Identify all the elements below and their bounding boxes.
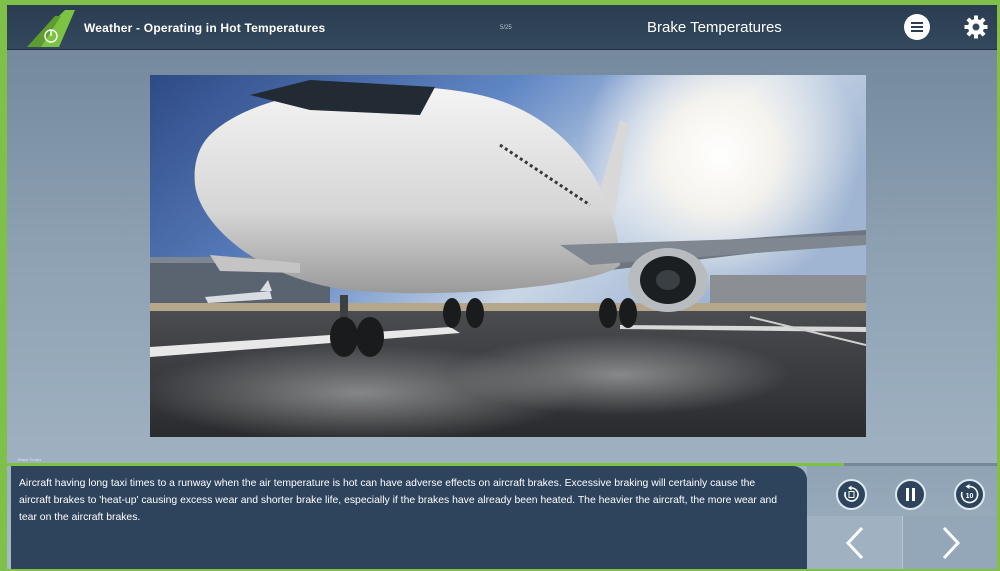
replay-button[interactable] [836, 479, 867, 510]
app-frame: Weather - Operating in Hot Temperatures … [7, 5, 997, 569]
player-controls: 10 [807, 466, 997, 569]
menu-icon [911, 22, 923, 32]
airplane-scene-image [150, 75, 866, 437]
page-counter: 5/25 [500, 25, 512, 31]
rewind-10-label: 10 [966, 493, 974, 500]
rewind-10-button[interactable]: 10 [954, 479, 985, 510]
next-button[interactable] [903, 516, 997, 569]
plane-tail-logo-icon [21, 8, 79, 48]
previous-button[interactable] [807, 516, 903, 569]
screen-title: Brake Temperatures [647, 19, 782, 36]
course-title: Weather - Operating in Hot Temperatures [84, 21, 326, 35]
narration-text: Aircraft having long taxi times to a run… [19, 478, 778, 523]
chevron-left-icon [845, 526, 863, 559]
menu-button[interactable] [904, 14, 930, 40]
top-bar: Weather - Operating in Hot Temperatures … [7, 5, 997, 50]
pause-icon [906, 488, 915, 501]
rewind-10-icon: 10 [960, 484, 979, 504]
pause-button[interactable] [895, 479, 926, 510]
replay-icon [844, 485, 859, 502]
settings-button[interactable] [963, 14, 989, 40]
narration-panel: Aircraft having long taxi times to a run… [11, 466, 807, 569]
scene-caption-tag: Brake Temps [18, 457, 42, 462]
gear-icon [964, 15, 988, 39]
chevron-right-icon [942, 526, 960, 559]
